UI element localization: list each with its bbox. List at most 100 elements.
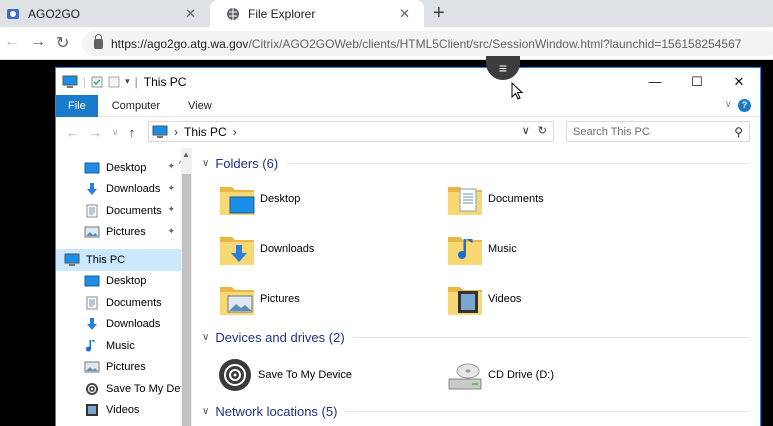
documents-folder-icon — [446, 181, 484, 217]
documents-icon — [84, 204, 100, 218]
pin-icon[interactable]: ✦ — [167, 226, 175, 237]
window-title: This PC — [143, 74, 187, 89]
item-cd-drive-d[interactable]: CD Drive (D:) — [446, 357, 554, 393]
group-header-devices[interactable]: ∨ Devices and drives (2) — [202, 330, 750, 345]
sidebar-item-label: Downloads — [106, 318, 161, 331]
sidebar-item-label: Music — [106, 339, 135, 352]
properties-icon[interactable] — [91, 76, 103, 88]
group-title: Folders (6) — [215, 156, 279, 171]
documents-icon — [84, 296, 100, 310]
sidebar-item-save-to-my-devi[interactable]: Save To My Devi — [56, 378, 181, 400]
tab-computer[interactable]: Computer — [98, 95, 174, 117]
customize-qat-icon[interactable]: ▾ — [125, 76, 130, 87]
sidebar-item-label: Save To My Devi — [106, 382, 181, 395]
scrollbar-thumb[interactable] — [182, 174, 191, 426]
sidebar-item-documents[interactable]: Documents ✦ — [56, 200, 181, 222]
sidebar-item-videos[interactable]: Videos — [56, 400, 181, 422]
navigation-scrollbar[interactable]: ▲ — [181, 148, 192, 426]
save-device-icon — [216, 357, 254, 393]
citrix-favicon-icon — [6, 7, 20, 21]
sidebar-item-label: This PC — [86, 253, 126, 266]
forward-arrow-icon[interactable]: → — [89, 125, 102, 140]
new-tab-plus-icon[interactable]: + — [433, 2, 445, 25]
group-title: Network locations (5) — [215, 404, 338, 419]
minimize-icon[interactable]: — — [634, 68, 676, 95]
sidebar-item-this-pc[interactable]: This PC — [56, 249, 181, 271]
item-save-to-my-device[interactable]: Save To My Device — [216, 357, 352, 393]
browser-tab-label: File Explorer — [248, 6, 316, 21]
collapse-chevron-icon: ∨ — [202, 332, 210, 343]
pictures-folder-icon — [218, 281, 256, 317]
sidebar-item-downloads[interactable]: Downloads ✦ — [56, 179, 181, 201]
item-label: Downloads — [260, 243, 315, 255]
downloads-folder-icon — [218, 231, 256, 267]
item-label: Music — [488, 243, 517, 255]
search-input[interactable]: Search This PC ⚲ — [566, 121, 750, 142]
sidebar-item-desktop[interactable]: Desktop✦^ — [56, 157, 181, 179]
group-header-folders[interactable]: ∨ Folders (6) — [202, 156, 750, 171]
search-icon: ⚲ — [734, 125, 743, 139]
sidebar-item-label: Pictures — [106, 226, 146, 239]
close-icon[interactable]: ✕ — [399, 6, 410, 22]
browser-tab-file-explorer[interactable]: File Explorer ✕ — [210, 0, 424, 27]
pin-icon[interactable]: ✦ — [167, 204, 175, 215]
item-label: Documents — [488, 193, 544, 205]
sidebar-item-label: Downloads — [106, 183, 161, 196]
close-icon[interactable]: ✕ — [185, 6, 196, 22]
address-dropdown-chevron-icon[interactable]: ∨ — [522, 124, 530, 137]
group-header-network[interactable]: ∨ Network locations (5) — [202, 404, 750, 419]
collapse-chevron-icon: ∨ — [202, 406, 210, 417]
close-window-icon[interactable]: ✕ — [718, 68, 760, 95]
back-arrow-icon[interactable]: ← — [4, 33, 20, 51]
sidebar-item-pictures[interactable]: Pictures — [56, 357, 181, 379]
tab-view[interactable]: View — [174, 95, 226, 117]
sidebar-item-music[interactable]: Music — [56, 335, 181, 357]
item-music[interactable]: Music — [446, 231, 517, 267]
reload-icon[interactable]: ↻ — [56, 33, 69, 53]
sidebar-item-label: Pictures — [106, 361, 146, 374]
desktop-folder-icon — [218, 181, 256, 217]
videos-folder-icon — [446, 281, 484, 317]
sidebar-item-pictures[interactable]: Pictures ✦ — [56, 222, 181, 244]
refresh-icon[interactable]: ↻ — [538, 124, 547, 137]
expand-ribbon-chevron-icon[interactable]: ∨ — [725, 99, 732, 110]
pin-icon[interactable]: ✦ — [167, 183, 175, 194]
breadcrumb-separator-icon: › — [174, 124, 178, 139]
videos-icon — [84, 403, 100, 417]
pin-icon[interactable]: ✦ — [167, 161, 175, 172]
up-arrow-icon[interactable]: ↑ — [129, 125, 136, 140]
item-documents[interactable]: Documents — [446, 181, 544, 217]
music-icon — [84, 339, 100, 353]
address-bar[interactable]: › This PC › ∨ ↻ — [148, 121, 554, 142]
scroll-up-arrow-icon[interactable]: ▲ — [182, 150, 190, 159]
help-icon[interactable]: ? — [738, 99, 751, 112]
sidebar-item-documents[interactable]: Documents — [56, 292, 181, 314]
music-folder-icon — [446, 231, 484, 267]
back-arrow-icon[interactable]: ← — [66, 125, 79, 140]
forward-arrow-icon[interactable]: → — [30, 33, 46, 51]
maximize-icon[interactable]: ☐ — [676, 68, 718, 95]
save-device-icon — [84, 382, 100, 396]
sidebar-item-label: Documents — [106, 296, 162, 309]
collapse-chevron-icon: ∨ — [202, 158, 210, 169]
quick-access-toolbar: | ▾ | — [56, 75, 138, 89]
new-folder-icon[interactable] — [108, 76, 120, 88]
address-row: ← → ∨ ↑ › This PC › ∨ ↻ Search This PC ⚲ — [56, 117, 760, 147]
sidebar-item-downloads[interactable]: Downloads — [56, 314, 181, 336]
breadcrumb-this-pc[interactable]: This PC — [184, 125, 227, 139]
item-videos[interactable]: Videos — [446, 281, 521, 317]
item-label: Save To My Device — [258, 369, 352, 381]
item-pictures[interactable]: Pictures — [218, 281, 300, 317]
sidebar-item-label: Desktop — [106, 275, 147, 288]
tab-file[interactable]: File — [56, 94, 98, 117]
desktop-icon — [84, 161, 100, 175]
item-desktop[interactable]: Desktop — [218, 181, 300, 217]
sidebar-item-cd-drive-d[interactable]: CD Drive (D:) — [56, 421, 181, 426]
recent-locations-chevron-icon[interactable]: ∨ — [112, 127, 119, 138]
breadcrumb-separator-icon[interactable]: › — [233, 125, 237, 139]
navigation-pane: Desktop✦^Downloads✦Documents✦Pictures✦ T… — [56, 148, 181, 426]
browser-tab-ago2go[interactable]: AGO2GO ✕ — [0, 0, 210, 27]
item-downloads[interactable]: Downloads — [218, 231, 314, 267]
sidebar-item-desktop[interactable]: Desktop — [56, 271, 181, 293]
url-bar[interactable]: https://ago2go.atg.wa.gov/Citrix/AGO2GOW… — [82, 31, 773, 56]
